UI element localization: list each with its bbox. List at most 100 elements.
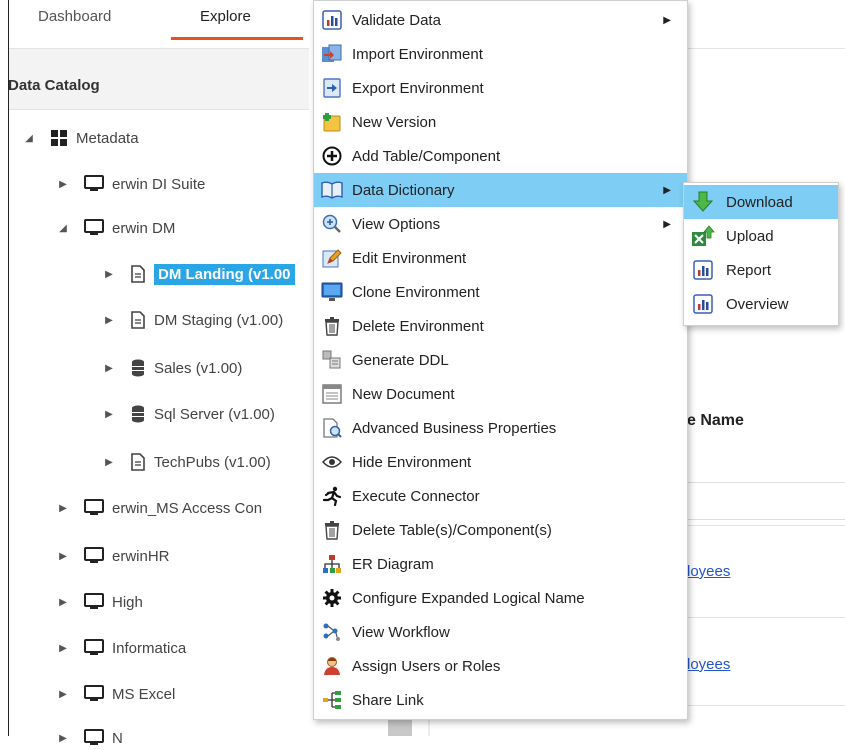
menu-item-label: Advanced Business Properties bbox=[352, 419, 557, 437]
hierarchy-icon bbox=[320, 552, 344, 576]
generate-ddl-icon bbox=[320, 348, 344, 372]
table-link[interactable]: loyees bbox=[687, 656, 730, 673]
tree-node-erwin-di-suite[interactable]: ▶ erwin DI Suite bbox=[56, 172, 205, 196]
submenu-item-label: Download bbox=[726, 193, 793, 211]
menu-item-assign-users-or-roles[interactable]: Assign Users or Roles bbox=[314, 649, 687, 683]
menu-item-label: Add Table/Component bbox=[352, 147, 501, 165]
tree-node-n[interactable]: ▶ N bbox=[56, 726, 123, 750]
menu-item-generate-ddl[interactable]: Generate DDL bbox=[314, 343, 687, 377]
menu-item-share-link[interactable]: Share Link bbox=[314, 683, 687, 717]
tree-node-techpubs[interactable]: ▶ TechPubs (v1.00) bbox=[102, 450, 271, 474]
expand-arrow-icon[interactable]: ▶ bbox=[56, 503, 70, 514]
collapse-arrow-icon[interactable]: ◢ bbox=[22, 133, 36, 144]
menu-item-delete-tables-components[interactable]: Delete Table(s)/Component(s) bbox=[314, 513, 687, 547]
divider bbox=[686, 705, 845, 706]
menu-item-export-environment[interactable]: Export Environment bbox=[314, 71, 687, 105]
bar-chart-icon bbox=[320, 8, 344, 32]
monitor-icon bbox=[84, 547, 104, 565]
tree-node-sales[interactable]: ▶ Sales (v1.00) bbox=[102, 356, 242, 380]
tree-node-label: Metadata bbox=[76, 129, 139, 147]
submenu-item-download[interactable]: Download bbox=[684, 185, 838, 219]
tree-node-label: erwin_MS Access Con bbox=[112, 499, 263, 517]
submenu-item-label: Overview bbox=[726, 295, 789, 313]
tree-node-high[interactable]: ▶ High bbox=[56, 590, 143, 614]
submenu-item-label: Upload bbox=[726, 227, 774, 245]
user-icon bbox=[320, 654, 344, 678]
collapse-arrow-icon[interactable]: ◢ bbox=[56, 223, 70, 234]
data-dictionary-submenu: Download Upload Report Overview bbox=[683, 182, 839, 326]
trash-icon bbox=[320, 518, 344, 542]
download-icon bbox=[690, 189, 716, 215]
menu-item-label: Execute Connector bbox=[352, 487, 480, 505]
expand-arrow-icon[interactable]: ▶ bbox=[102, 409, 116, 420]
database-icon bbox=[130, 405, 146, 423]
submenu-item-overview[interactable]: Overview bbox=[684, 287, 838, 321]
menu-item-delete-environment[interactable]: Delete Environment bbox=[314, 309, 687, 343]
expand-arrow-icon[interactable]: ▶ bbox=[102, 457, 116, 468]
tree-node-dm-staging[interactable]: ▶ DM Staging (v1.00) bbox=[102, 308, 283, 332]
menu-item-view-workflow[interactable]: View Workflow bbox=[314, 615, 687, 649]
add-circle-icon bbox=[320, 144, 344, 168]
menu-item-label: New Document bbox=[352, 385, 455, 403]
menu-item-label: ER Diagram bbox=[352, 555, 434, 573]
menu-item-new-document[interactable]: New Document bbox=[314, 377, 687, 411]
tree-node-informatica[interactable]: ▶ Informatica bbox=[56, 636, 186, 660]
gear-icon bbox=[320, 586, 344, 610]
tree-node-metadata[interactable]: ◢ Metadata bbox=[22, 126, 139, 150]
menu-item-clone-environment[interactable]: Clone Environment bbox=[314, 275, 687, 309]
menu-item-label: View Workflow bbox=[352, 623, 450, 641]
eye-icon bbox=[320, 450, 344, 474]
expand-arrow-icon[interactable]: ▶ bbox=[56, 551, 70, 562]
tree-node-dm-landing[interactable]: ▶ DM Landing (v1.00 bbox=[102, 262, 295, 286]
submenu-arrow-icon: ▶ bbox=[663, 218, 671, 230]
expand-arrow-icon[interactable]: ▶ bbox=[56, 597, 70, 608]
menu-item-import-environment[interactable]: Import Environment bbox=[314, 37, 687, 71]
tree-node-label: erwin DI Suite bbox=[112, 175, 206, 193]
grid-icon bbox=[50, 129, 68, 147]
expand-arrow-icon[interactable]: ▶ bbox=[102, 269, 116, 280]
menu-item-label: Clone Environment bbox=[352, 283, 480, 301]
menu-item-new-version[interactable]: New Version bbox=[314, 105, 687, 139]
expand-arrow-icon[interactable]: ▶ bbox=[56, 689, 70, 700]
bar-chart-icon bbox=[690, 291, 716, 317]
share-icon bbox=[320, 688, 344, 712]
menu-item-advanced-business-properties[interactable]: Advanced Business Properties bbox=[314, 411, 687, 445]
submenu-item-upload[interactable]: Upload bbox=[684, 219, 838, 253]
run-icon bbox=[320, 484, 344, 508]
tree-node-label: High bbox=[112, 593, 143, 611]
menu-item-add-table-component[interactable]: Add Table/Component bbox=[314, 139, 687, 173]
menu-item-label: Configure Expanded Logical Name bbox=[352, 589, 585, 607]
menu-item-validate-data[interactable]: Validate Data ▶ bbox=[314, 3, 687, 37]
menu-item-edit-environment[interactable]: Edit Environment bbox=[314, 241, 687, 275]
submenu-item-report[interactable]: Report bbox=[684, 253, 838, 287]
tree-node-erwinhr[interactable]: ▶ erwinHR bbox=[56, 544, 170, 568]
export-icon bbox=[320, 76, 344, 100]
document-icon bbox=[130, 453, 146, 471]
menu-item-er-diagram[interactable]: ER Diagram bbox=[314, 547, 687, 581]
tree-node-ms-excel[interactable]: ▶ MS Excel bbox=[56, 682, 175, 706]
tree-node-label: Sql Server (v1.00) bbox=[154, 405, 275, 423]
tree-node-label: DM Staging (v1.00) bbox=[154, 311, 284, 329]
expand-arrow-icon[interactable]: ▶ bbox=[102, 315, 116, 326]
menu-item-label: Validate Data bbox=[352, 11, 441, 29]
menu-item-hide-environment[interactable]: Hide Environment bbox=[314, 445, 687, 479]
bar-chart-icon bbox=[690, 257, 716, 283]
monitor-icon bbox=[84, 729, 104, 747]
context-menu: Validate Data ▶ Import Environment Expor… bbox=[313, 0, 688, 720]
table-link[interactable]: loyees bbox=[687, 563, 730, 580]
expand-arrow-icon[interactable]: ▶ bbox=[56, 179, 70, 190]
tree-node-sql-server[interactable]: ▶ Sql Server (v1.00) bbox=[102, 402, 275, 426]
menu-item-execute-connector[interactable]: Execute Connector bbox=[314, 479, 687, 513]
expand-arrow-icon[interactable]: ▶ bbox=[56, 733, 70, 744]
menu-item-data-dictionary[interactable]: Data Dictionary ▶ bbox=[314, 173, 687, 207]
menu-item-view-options[interactable]: View Options ▶ bbox=[314, 207, 687, 241]
expand-arrow-icon[interactable]: ▶ bbox=[56, 643, 70, 654]
tree-node-erwin-dm[interactable]: ◢ erwin DM bbox=[56, 216, 175, 240]
filter-input-row[interactable] bbox=[686, 482, 845, 520]
expand-arrow-icon[interactable]: ▶ bbox=[102, 363, 116, 374]
tree-node-erwin-ms-access[interactable]: ▶ erwin_MS Access Con bbox=[56, 496, 262, 520]
zoom-icon bbox=[320, 212, 344, 236]
menu-item-label: New Version bbox=[352, 113, 437, 131]
menu-item-configure-expanded-logical-name[interactable]: Configure Expanded Logical Name bbox=[314, 581, 687, 615]
menu-item-label: Hide Environment bbox=[352, 453, 472, 471]
